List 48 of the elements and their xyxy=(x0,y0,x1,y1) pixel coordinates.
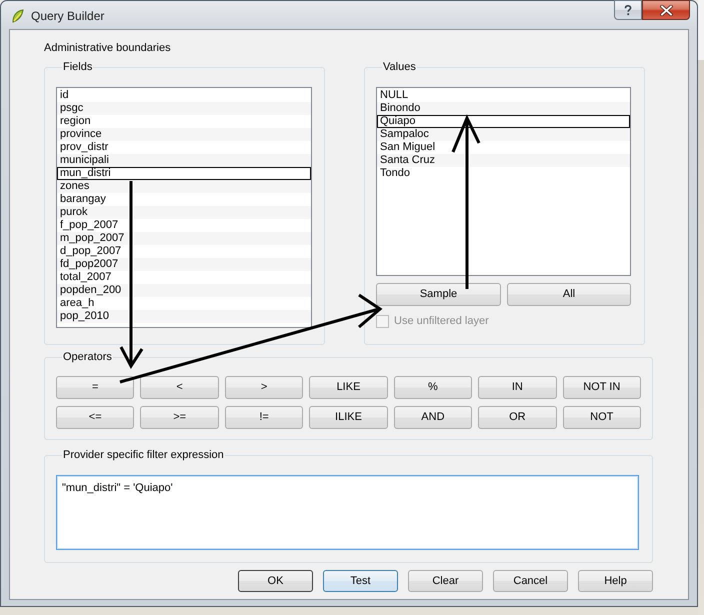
field-list-item[interactable]: municipali xyxy=(57,154,311,167)
close-icon xyxy=(660,4,672,16)
layer-name: Administrative boundaries xyxy=(44,41,171,55)
value-list-item[interactable]: Sampaloc xyxy=(377,128,630,141)
operator-button[interactable]: NOT IN xyxy=(562,376,641,399)
close-button[interactable] xyxy=(642,0,690,20)
operator-button[interactable]: > xyxy=(224,376,304,399)
operator-button[interactable]: < xyxy=(140,376,219,399)
operator-button[interactable]: ILIKE xyxy=(309,406,388,429)
sample-button[interactable]: Sample xyxy=(376,283,501,306)
window-title: Query Builder xyxy=(31,8,104,22)
operator-button[interactable]: != xyxy=(224,406,304,429)
help-button[interactable] xyxy=(614,0,642,20)
leaf-icon xyxy=(11,8,25,22)
field-list-item[interactable]: fd_pop2007 xyxy=(57,258,311,271)
field-list-item[interactable]: purok xyxy=(57,206,311,219)
group-title: Operators xyxy=(62,350,113,364)
field-list-item[interactable]: province xyxy=(57,128,311,141)
operator-button[interactable]: IN xyxy=(478,376,557,399)
dialog-button[interactable]: Help xyxy=(578,570,653,592)
operator-button[interactable]: >= xyxy=(140,406,219,429)
value-list-item[interactable]: Quiapo xyxy=(377,115,630,128)
operator-button[interactable]: NOT xyxy=(562,406,641,429)
help-icon xyxy=(624,4,632,16)
operator-button[interactable]: LIKE xyxy=(309,376,388,399)
dialog-button[interactable]: Clear xyxy=(408,570,483,592)
operator-button[interactable]: % xyxy=(394,376,472,399)
group-title: Values xyxy=(382,60,417,74)
filter-expression-field[interactable]: "mun_distri" = 'Quiapo' xyxy=(56,475,639,550)
group-title: Fields xyxy=(62,60,94,74)
group-title: Provider specific filter expression xyxy=(62,448,225,462)
field-list-item[interactable]: m_pop_2007 xyxy=(57,232,311,245)
operator-button[interactable]: AND xyxy=(394,406,472,429)
dialog-button[interactable]: OK xyxy=(238,570,313,592)
operator-button[interactable]: = xyxy=(56,376,134,399)
checkbox-label: Use unfiltered layer xyxy=(394,315,489,328)
operator-button[interactable]: <= xyxy=(56,406,134,429)
field-list-item[interactable]: pop_2010 xyxy=(57,310,311,323)
dialog-button[interactable]: Test xyxy=(323,570,398,592)
field-list-item[interactable]: mun_distri xyxy=(57,167,311,180)
operator-button[interactable]: OR xyxy=(478,406,557,429)
all-button[interactable]: All xyxy=(507,283,631,306)
value-list-item[interactable]: Santa Cruz xyxy=(377,154,630,167)
value-list-item[interactable]: Binondo xyxy=(377,102,630,115)
field-list-item[interactable]: zones xyxy=(57,180,311,193)
dialog-button[interactable]: Cancel xyxy=(493,570,568,592)
field-list-item[interactable]: psgc xyxy=(57,102,311,115)
field-list-item[interactable]: popden_200 xyxy=(57,284,311,297)
